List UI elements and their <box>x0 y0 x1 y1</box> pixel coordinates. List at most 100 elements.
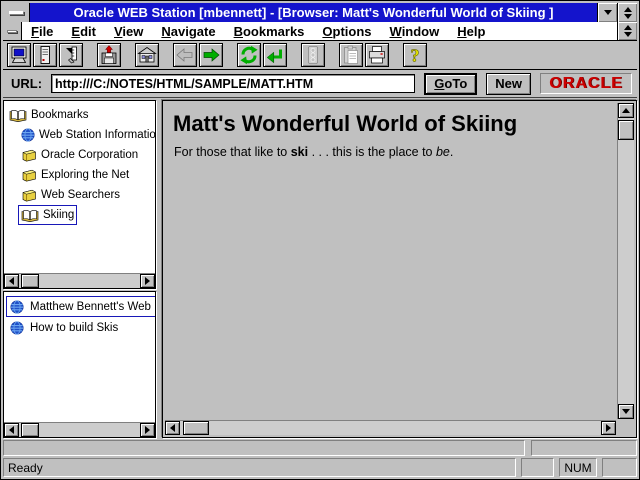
toolbar-button-stop[interactable] <box>301 43 325 67</box>
scroll-right-button[interactable] <box>601 421 616 435</box>
minimize-icon <box>604 10 612 15</box>
toolbar-button-server[interactable] <box>33 43 57 67</box>
scroll-up-button[interactable] <box>618 103 634 118</box>
menu-bar: FileEditViewNavigateBookmarksOptionsWind… <box>3 22 637 41</box>
oracle-logo-panel: ORACLE <box>540 73 632 94</box>
return-arrow-icon <box>265 45 285 65</box>
up-arrow-icon <box>622 108 630 113</box>
scroll-left-button[interactable] <box>4 423 19 437</box>
document-restore-icon <box>624 25 632 37</box>
scrollbar-track[interactable] <box>39 423 140 437</box>
ruler-pen-icon <box>61 45 81 65</box>
menu-item-window[interactable]: Window <box>381 22 449 40</box>
globe-icon <box>10 321 24 335</box>
question-mark-icon: ? <box>405 45 425 65</box>
scroll-left-button[interactable] <box>165 421 180 435</box>
toolbar-group-6 <box>301 43 325 67</box>
scrollbar-thumb[interactable] <box>183 421 209 435</box>
open-book-icon <box>21 209 39 222</box>
title-bar: Oracle WEB Station [mbennett] - [Browser… <box>3 3 637 22</box>
server-icon <box>35 45 55 65</box>
bookmark-item-skiing[interactable]: Skiing <box>18 205 77 225</box>
system-menu-button[interactable] <box>3 3 30 22</box>
toolbar-button-home[interactable] <box>135 43 159 67</box>
bookmarks-horizontal-scrollbar[interactable] <box>4 273 155 288</box>
right-arrow-icon <box>145 426 150 434</box>
minimize-button[interactable] <box>597 3 617 22</box>
content-horizontal-scrollbar[interactable] <box>165 420 616 435</box>
oracle-logo: ORACLE <box>549 75 623 93</box>
window-title: Oracle WEB Station [mbennett] - [Browser… <box>30 3 597 22</box>
toolbar-button-back[interactable] <box>173 43 197 67</box>
menu-item-file[interactable]: File <box>22 22 62 40</box>
right-arrow-icon <box>606 424 611 432</box>
scrollbar-track[interactable] <box>618 140 634 404</box>
globe-icon <box>21 128 35 142</box>
bookmark-label: Skiing <box>43 209 74 221</box>
home-icon <box>137 45 157 65</box>
goto-button-label: GoTo <box>434 76 467 91</box>
scrollbar-track[interactable] <box>209 421 601 435</box>
content-vertical-scrollbar[interactable] <box>617 103 634 419</box>
page-list-item-how-to-build-skis[interactable]: How to build Skis <box>6 317 155 338</box>
toolbar-button-forward[interactable] <box>199 43 223 67</box>
sidebar: Bookmarks Web Station Information Oracle C… <box>3 100 156 438</box>
statusbar-pane-2 <box>602 458 637 477</box>
open-book-icon <box>9 109 27 122</box>
bookmarks-tree-pane: Bookmarks Web Station Information Oracle C… <box>3 100 156 289</box>
bookmark-item-oracle-corporation[interactable]: Oracle Corporation <box>18 145 141 165</box>
document-system-menu-icon <box>7 30 17 33</box>
toolbar-button-workstation[interactable] <box>7 43 31 67</box>
globe-icon <box>10 300 24 314</box>
info-field-right <box>531 440 637 456</box>
scroll-down-button[interactable] <box>618 404 634 419</box>
bookmark-item-web-searchers[interactable]: Web Searchers <box>18 185 123 205</box>
menu-item-navigate[interactable]: Navigate <box>152 22 224 40</box>
browser-content-pane: Matt's Wonderful World of Skiing For tho… <box>162 100 637 438</box>
menu-item-view[interactable]: View <box>105 22 152 40</box>
down-arrow-icon <box>622 409 630 414</box>
toolbar-button-reload[interactable] <box>237 43 261 67</box>
scroll-left-button[interactable] <box>4 274 19 288</box>
new-button[interactable]: New <box>486 73 531 95</box>
document-restore-button[interactable] <box>617 22 637 40</box>
restore-button[interactable] <box>617 3 637 22</box>
toolbar-group-5 <box>237 43 287 67</box>
scroll-right-button[interactable] <box>140 274 155 288</box>
toolbar-button-return[interactable] <box>263 43 287 67</box>
scrollbar-thumb[interactable] <box>618 120 634 140</box>
url-bar: URL: GoTo New ORACLE <box>3 70 637 98</box>
statusbar-message: Ready <box>3 458 516 477</box>
bookmark-item-exploring-the-net[interactable]: Exploring the Net <box>18 165 132 185</box>
menu-item-help[interactable]: Help <box>448 22 494 40</box>
forward-arrow-icon <box>201 45 221 65</box>
scrollbar-thumb[interactable] <box>21 423 39 437</box>
menu-item-options[interactable]: Options <box>313 22 380 40</box>
scrollbar-thumb[interactable] <box>21 274 39 288</box>
document-system-menu-button[interactable] <box>3 22 22 40</box>
goto-button[interactable]: GoTo <box>424 73 477 95</box>
bookmark-label: Exploring the Net <box>41 169 129 181</box>
bookmarks-root[interactable]: Bookmarks <box>6 105 92 125</box>
bookmark-item-web-station-information[interactable]: Web Station Information <box>18 125 155 145</box>
toolbar-button-copy[interactable] <box>339 43 363 67</box>
info-fields-row <box>3 440 637 456</box>
toolbar-button-save-upload[interactable] <box>97 43 121 67</box>
page-list-item-matthew-bennett-s-web-pa[interactable]: Matthew Bennett's Web Pa <box>6 296 155 317</box>
statusbar-num-indicator: NUM <box>559 458 597 477</box>
status-bar: Ready NUM <box>3 458 637 477</box>
scrollbar-track[interactable] <box>39 274 140 288</box>
pages-horizontal-scrollbar[interactable] <box>4 422 155 437</box>
menu-item-edit[interactable]: Edit <box>62 22 105 40</box>
toolbar-button-edit-ruler[interactable] <box>59 43 83 67</box>
bookmark-label: Web Station Information <box>39 129 155 141</box>
closed-book-icon <box>21 189 37 202</box>
toolbar-button-help[interactable]: ? <box>403 43 427 67</box>
url-input[interactable] <box>51 74 415 93</box>
page-list-label: How to build Skis <box>30 322 118 334</box>
scroll-right-button[interactable] <box>140 423 155 437</box>
statusbar-pane-1 <box>521 458 554 477</box>
menu-item-bookmarks[interactable]: Bookmarks <box>225 22 314 40</box>
toolbar-button-print[interactable] <box>365 43 389 67</box>
right-arrow-icon <box>145 277 150 285</box>
